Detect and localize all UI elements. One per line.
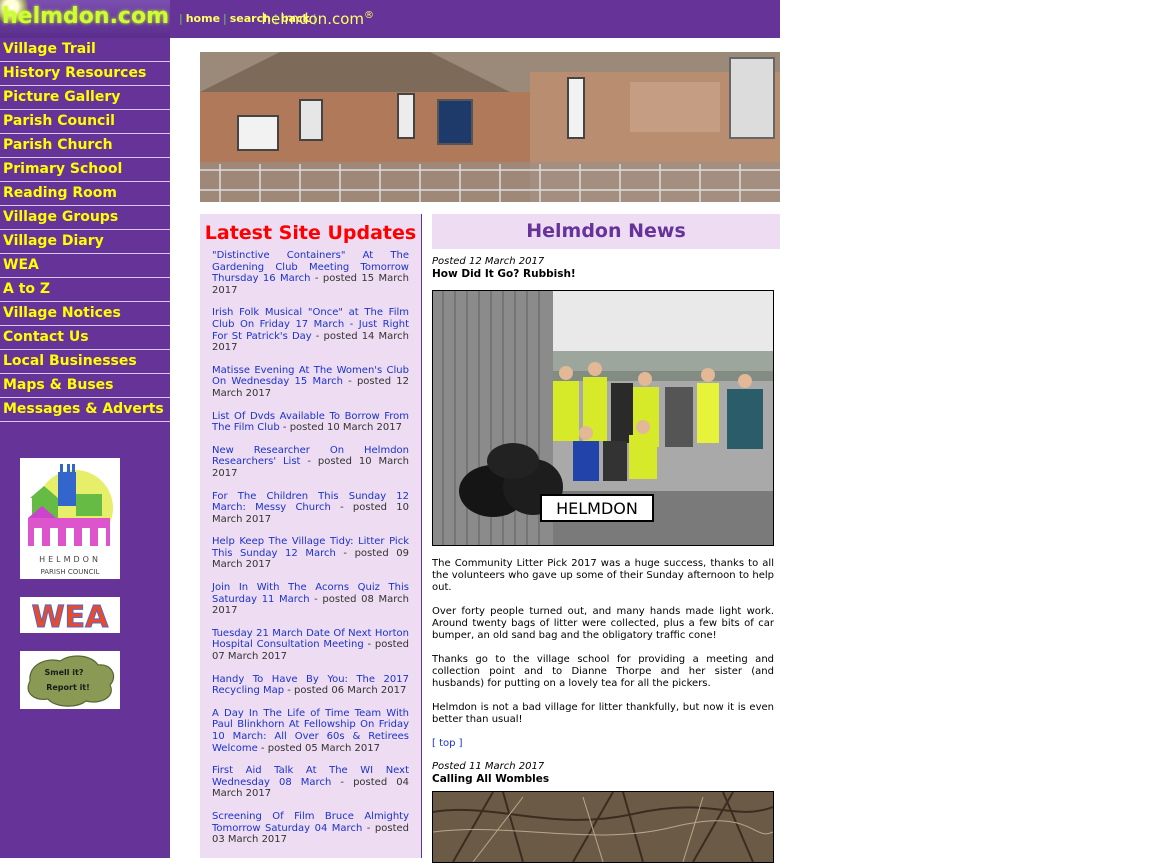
wea-logo[interactable]: WEA: [20, 597, 120, 636]
post-body: The Community Litter Pick 2017 was a hug…: [432, 558, 774, 726]
updates-list: "Distinctive Containers" At The Gardenin…: [200, 250, 421, 846]
sidebar-item-history-resources[interactable]: History Resources: [0, 62, 170, 86]
news-column: Posted 12 March 2017 How Did It Go? Rubb…: [432, 256, 774, 863]
top-link-wrap: [ top ]: [432, 738, 774, 749]
sidebar-item-messages-adverts[interactable]: Messages & Adverts: [0, 398, 170, 422]
sidebar-item-village-groups[interactable]: Village Groups: [0, 206, 170, 230]
sidebar-item-maps-buses[interactable]: Maps & Buses: [0, 374, 170, 398]
smell-logo-line2: Report it!: [46, 683, 90, 692]
update-item: New Researcher On Helmdon Researchers' L…: [212, 445, 409, 480]
sidebar-item-local-businesses[interactable]: Local Businesses: [0, 350, 170, 374]
update-item: List Of Dvds Available To Borrow From Th…: [212, 411, 409, 434]
brand-name: helmdon.com®: [261, 10, 374, 28]
post-date: Posted 11 March 2017: [432, 761, 545, 772]
sidebar-item-parish-council[interactable]: Parish Council: [0, 110, 170, 134]
post-title: Calling All Wombles: [432, 773, 550, 785]
sidebar-item-contact-us[interactable]: Contact Us: [0, 326, 170, 350]
post-paragraph: Over forty people turned out, and many h…: [432, 606, 774, 641]
post-date: Posted 12 March 2017: [432, 256, 545, 267]
sidebar-item-parish-church[interactable]: Parish Church: [0, 134, 170, 158]
parish-council-logo[interactable]: HELMDON PARISH COUNCIL: [20, 458, 120, 579]
top-bar: helmdon.com | home | search | back | helmdon.c…: [0, 0, 780, 38]
update-item: A Day In The Life of Time Team With Paul…: [212, 708, 409, 754]
pc-logo-text-top: HELMDON: [39, 555, 101, 564]
update-posted-date: - posted 10 March 2017: [279, 422, 402, 434]
update-item: "Distinctive Containers" At The Gardenin…: [212, 250, 409, 296]
update-item: Join In With The Acorns Quiz This Saturd…: [212, 582, 409, 617]
sidebar-item-picture-gallery[interactable]: Picture Gallery: [0, 86, 170, 110]
update-item: For The Children This Sunday 12 March: M…: [212, 491, 409, 526]
update-posted-date: - posted 05 March 2017: [257, 742, 381, 754]
post-paragraph: The Community Litter Pick 2017 was a hug…: [432, 558, 774, 593]
news-title: Helmdon News: [432, 214, 780, 249]
update-item: Matisse Evening At The Women's Club On W…: [212, 365, 409, 400]
update-item: First Aid Talk At The WI Next Wednesday …: [212, 765, 409, 800]
registered-mark: ®: [364, 10, 374, 21]
header-banner-photo: [200, 52, 780, 202]
sidebar-item-reading-room[interactable]: Reading Room: [0, 182, 170, 206]
latest-updates-panel: Latest Site Updates "Distinctive Contain…: [200, 214, 422, 858]
post-paragraph: Helmdon is not a bad village for litter …: [432, 702, 774, 725]
update-item: Irish Folk Musical "Once" at The Film Cl…: [212, 307, 409, 353]
update-item: Handy To Have By You: The 2017 Recycling…: [212, 674, 409, 697]
sidebar-item-wea[interactable]: WEA: [0, 254, 170, 278]
updates-title: Latest Site Updates: [204, 222, 417, 244]
pc-logo-text-bottom: PARISH COUNCIL: [40, 568, 99, 576]
smell-it-report-it-logo[interactable]: Smell it? Report it!: [20, 651, 120, 709]
sidebar-item-village-trail[interactable]: Village Trail: [0, 38, 170, 62]
sidebar-nav: Village Trail History Resources Picture Ga…: [0, 38, 170, 422]
top-link[interactable]: [ top ]: [432, 738, 463, 749]
sidebar-item-village-diary[interactable]: Village Diary: [0, 230, 170, 254]
litter-pick-photo: HELMDON: [432, 290, 774, 546]
wea-logo-text: WEA: [32, 600, 110, 633]
update-item: Screening Of Film Bruce Almighty Tomorro…: [212, 811, 409, 846]
helmdon-sign-text: HELMDON: [556, 499, 638, 518]
site-logo[interactable]: helmdon.com: [0, 0, 170, 38]
wombles-photo: [432, 791, 774, 863]
update-item: Help Keep The Village Tidy: Litter Pick …: [212, 536, 409, 571]
smell-logo-line1: Smell it?: [45, 668, 84, 677]
update-posted-date: - posted 06 March 2017: [284, 685, 407, 697]
home-link[interactable]: home: [186, 12, 220, 25]
post-title: How Did It Go? Rubbish!: [432, 268, 576, 280]
sidebar: Village Trail History Resources Picture Ga…: [0, 38, 170, 858]
logo-text: helmdon.com: [2, 4, 170, 29]
sidebar-item-village-notices[interactable]: Village Notices: [0, 302, 170, 326]
sidebar-item-primary-school[interactable]: Primary School: [0, 158, 170, 182]
post-paragraph: Thanks go to the village school for prov…: [432, 654, 774, 689]
sidebar-item-a-to-z[interactable]: A to Z: [0, 278, 170, 302]
update-item: Tuesday 21 March Date Of Next Horton Hos…: [212, 628, 409, 663]
